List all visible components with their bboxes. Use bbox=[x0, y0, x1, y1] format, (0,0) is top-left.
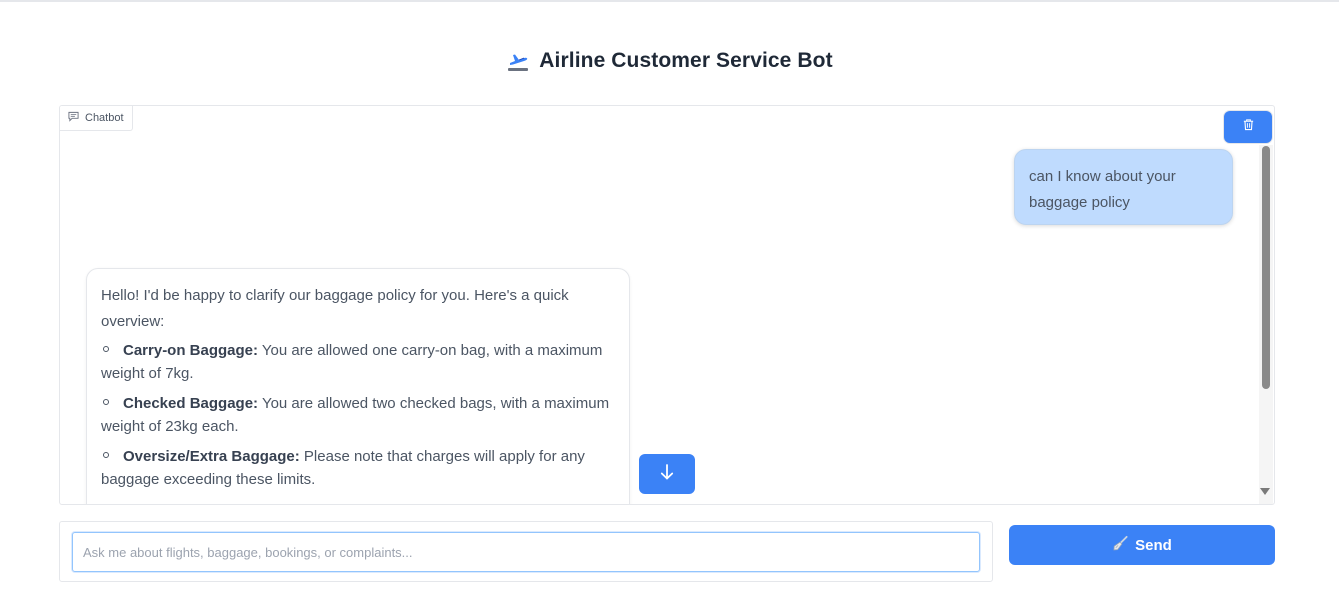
message-input[interactable] bbox=[72, 532, 980, 572]
broom-icon bbox=[1112, 535, 1129, 556]
bot-message: Hello! I'd be happy to clarify our bagga… bbox=[86, 268, 630, 504]
chatbot-label: Chatbot bbox=[85, 112, 124, 124]
bot-message-intro: Hello! I'd be happy to clarify our bagga… bbox=[101, 287, 569, 330]
list-item: Oversize/Extra Baggage: Please note that… bbox=[101, 445, 615, 491]
airplane-departure-icon bbox=[506, 49, 530, 73]
list-item: Carry-on Baggage: You are allowed one ca… bbox=[101, 339, 615, 385]
send-button[interactable]: Send bbox=[1009, 525, 1275, 565]
bullet-icon bbox=[103, 452, 109, 459]
chat-icon bbox=[68, 111, 79, 125]
top-divider bbox=[0, 0, 1339, 2]
user-message: can I know about your baggage policy bbox=[1014, 149, 1233, 225]
send-button-label: Send bbox=[1135, 536, 1172, 554]
item-title: Carry-on Baggage: bbox=[123, 342, 259, 359]
scroll-to-bottom-button[interactable] bbox=[639, 454, 695, 494]
arrow-down-icon bbox=[660, 463, 674, 485]
list-item: Checked Baggage: You are allowed two che… bbox=[101, 392, 615, 438]
scroll-down-arrow[interactable] bbox=[1260, 488, 1270, 495]
input-panel bbox=[59, 521, 993, 582]
bullet-icon bbox=[103, 346, 109, 353]
item-title: Checked Baggage: bbox=[123, 395, 259, 412]
policy-list: Carry-on Baggage: You are allowed one ca… bbox=[101, 339, 615, 491]
chatbot-panel: Chatbot can I know about your baggage po… bbox=[59, 105, 1275, 505]
bullet-icon bbox=[103, 399, 109, 406]
chatbot-label-tag: Chatbot bbox=[60, 106, 133, 131]
page-title: Airline Customer Service Bot bbox=[539, 49, 833, 72]
clear-chat-button[interactable] bbox=[1224, 111, 1272, 143]
trash-icon bbox=[1242, 118, 1255, 136]
page-header: Airline Customer Service Bot bbox=[0, 44, 1339, 78]
item-title: Oversize/Extra Baggage: bbox=[123, 448, 300, 465]
scrollbar-thumb[interactable] bbox=[1262, 146, 1270, 389]
